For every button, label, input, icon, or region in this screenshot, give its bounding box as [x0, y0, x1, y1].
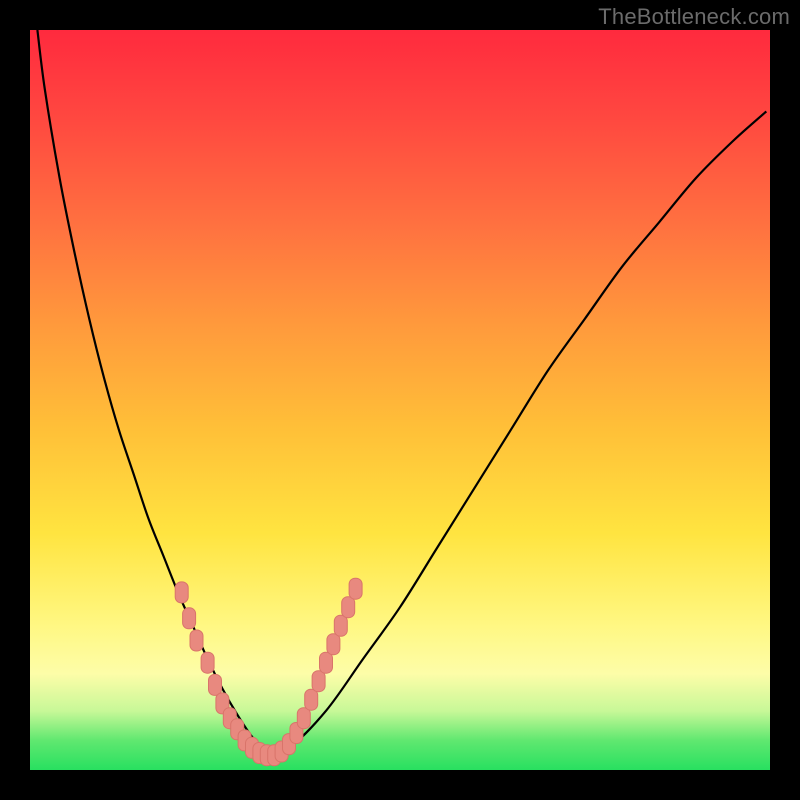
curve-marker — [297, 708, 310, 729]
curve-marker — [231, 719, 244, 740]
curve-marker — [216, 693, 229, 714]
curve-marker — [283, 734, 296, 755]
curve-marker — [190, 630, 203, 651]
curve-marker — [183, 608, 196, 629]
chart-plot-area — [30, 30, 770, 770]
curve-marker — [312, 671, 325, 692]
curve-marker — [209, 674, 222, 695]
bottleneck-curve — [30, 30, 770, 770]
curve-marker — [201, 652, 214, 673]
watermark-text: TheBottleneck.com — [598, 4, 790, 30]
curve-marker — [334, 615, 347, 636]
curve-line — [37, 30, 766, 753]
curve-marker — [260, 745, 273, 766]
curve-marker — [320, 652, 333, 673]
curve-marker — [268, 745, 281, 766]
curve-marker — [349, 578, 362, 599]
curve-marker — [342, 597, 355, 618]
curve-marker — [223, 708, 236, 729]
curve-marker — [175, 582, 188, 603]
curve-markers — [175, 578, 362, 766]
curve-marker — [305, 689, 318, 710]
curve-marker — [253, 742, 266, 763]
curve-marker — [275, 741, 288, 762]
curve-marker — [246, 737, 259, 758]
curve-marker — [290, 723, 303, 744]
curve-marker — [327, 634, 340, 655]
curve-marker — [238, 730, 251, 751]
